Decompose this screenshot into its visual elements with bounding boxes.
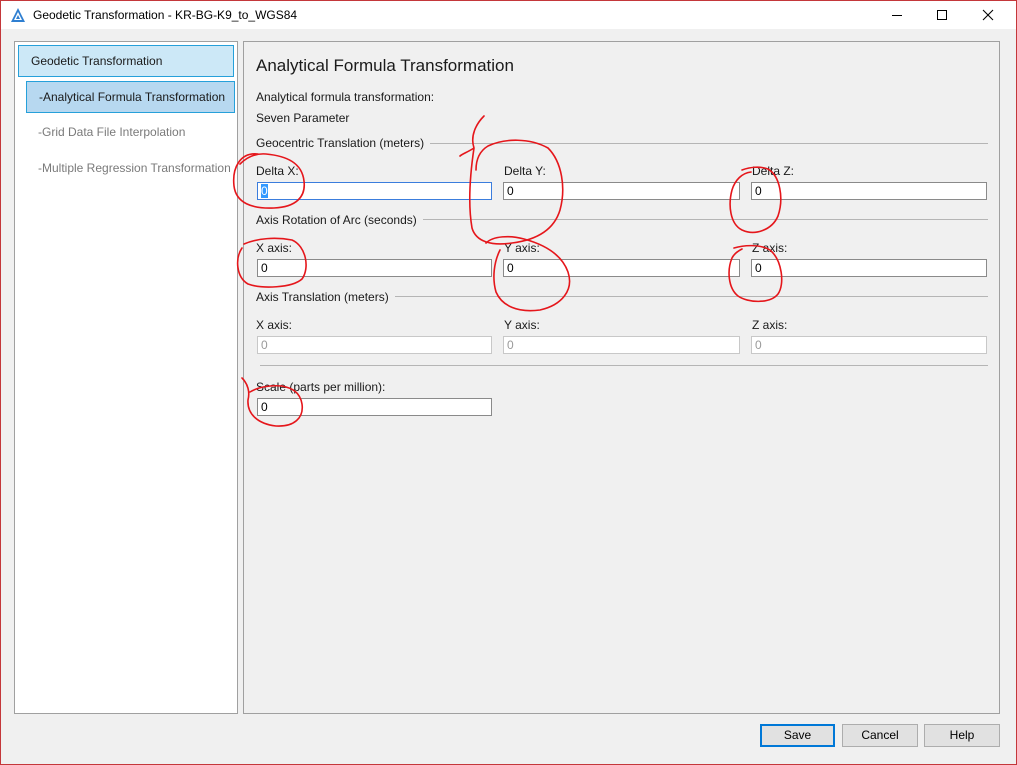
translation-y-input: 0 xyxy=(503,336,740,354)
geocentric-group-title: Geocentric Translation (meters) xyxy=(256,136,431,150)
nav-item-grid-data-file[interactable]: -Grid Data File Interpolation xyxy=(26,117,235,149)
rotation-group-title: Axis Rotation of Arc (seconds) xyxy=(256,213,423,227)
scale-divider xyxy=(260,365,988,366)
app-logo-icon xyxy=(11,8,25,22)
delta-x-value: 0 xyxy=(261,184,268,198)
delta-y-label: Delta Y: xyxy=(504,164,546,178)
window-title: Geodetic Transformation - KR-BG-K9_to_WG… xyxy=(33,8,298,22)
minimize-icon xyxy=(892,15,902,16)
delta-z-input[interactable]: 0 xyxy=(751,182,987,200)
rotation-z-label: Z axis: xyxy=(752,241,788,255)
translation-x-label: X axis: xyxy=(256,318,293,332)
rotation-z-input[interactable]: 0 xyxy=(751,259,987,277)
navigation-panel: Geodetic Transformation -Analytical Form… xyxy=(14,41,238,714)
scale-input[interactable]: 0 xyxy=(257,398,492,416)
nav-item-multiple-regression[interactable]: -Multiple Regression Transformation xyxy=(26,153,241,185)
delta-x-label: Delta X: xyxy=(256,164,299,178)
rotation-x-label: X axis: xyxy=(256,241,293,255)
translation-group-title: Axis Translation (meters) xyxy=(256,290,395,304)
content-panel: Analytical Formula Transformation Analyt… xyxy=(243,41,1000,714)
nav-item-analytical-formula[interactable]: -Analytical Formula Transformation xyxy=(26,81,235,113)
delta-x-input[interactable]: 0 xyxy=(257,182,492,200)
page-title: Analytical Formula Transformation xyxy=(256,56,514,75)
close-icon xyxy=(982,9,994,21)
close-button[interactable] xyxy=(965,1,1011,29)
translation-x-input: 0 xyxy=(257,336,492,354)
delta-z-label: Delta Z: xyxy=(752,164,795,178)
translation-z-input: 0 xyxy=(751,336,987,354)
method-value: Seven Parameter xyxy=(256,111,350,125)
translation-z-label: Z axis: xyxy=(752,318,788,332)
rotation-y-label: Y axis: xyxy=(504,241,540,255)
rotation-x-input[interactable]: 0 xyxy=(257,259,492,277)
method-label: Analytical formula transformation: xyxy=(256,90,435,104)
translation-y-label: Y axis: xyxy=(504,318,540,332)
dialog-window: Geodetic Transformation - KR-BG-K9_to_WG… xyxy=(0,0,1017,765)
minimize-button[interactable] xyxy=(874,1,920,29)
title-bar[interactable]: Geodetic Transformation - KR-BG-K9_to_WG… xyxy=(1,1,1016,29)
cancel-button[interactable]: Cancel xyxy=(842,724,918,747)
maximize-button[interactable] xyxy=(919,1,965,29)
delta-y-input[interactable]: 0 xyxy=(503,182,740,200)
save-button[interactable]: Save xyxy=(760,724,835,747)
nav-root-geodetic-transformation[interactable]: Geodetic Transformation xyxy=(18,45,234,77)
scale-label: Scale (parts per million): xyxy=(256,380,386,394)
rotation-y-input[interactable]: 0 xyxy=(503,259,740,277)
maximize-icon xyxy=(937,10,947,20)
help-button[interactable]: Help xyxy=(924,724,1000,747)
